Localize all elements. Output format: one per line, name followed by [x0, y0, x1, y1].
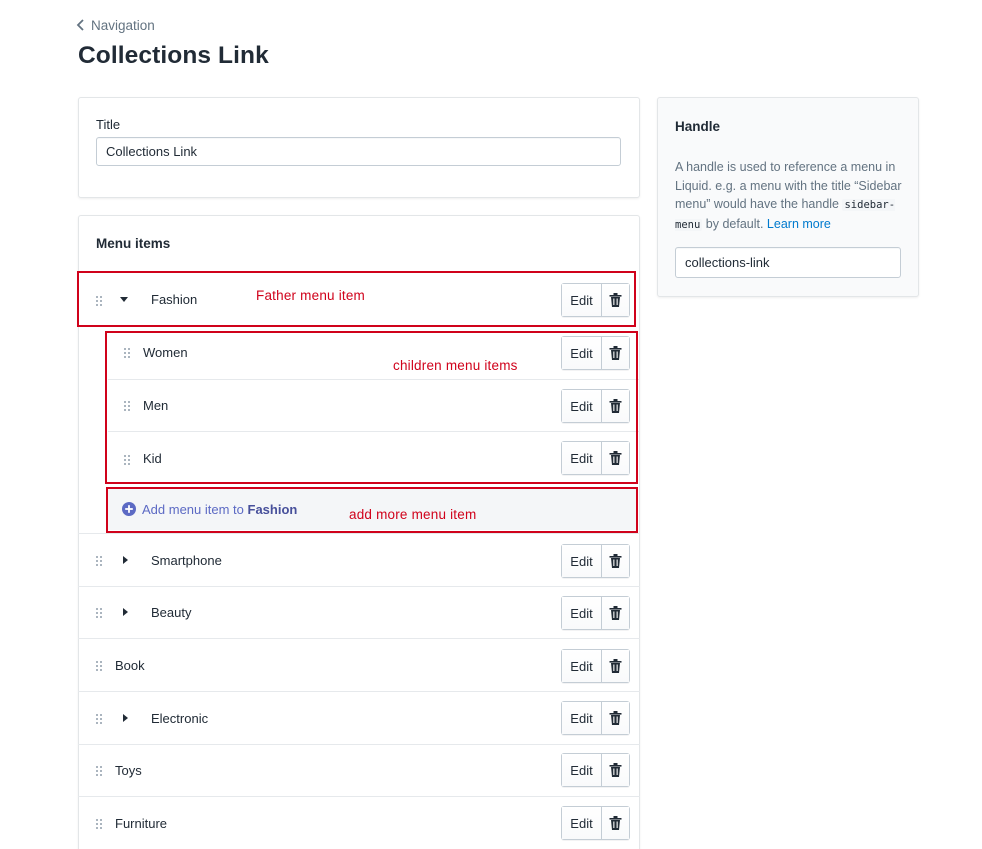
trash-icon	[609, 659, 622, 673]
caret-right-icon[interactable]	[121, 608, 129, 616]
menu-item-actions: Edit	[561, 389, 630, 423]
add-menu-item-link[interactable]: Add menu item to Fashion	[122, 502, 297, 517]
menu-item-men[interactable]: Men Edit	[108, 379, 640, 431]
plus-circle-icon	[122, 502, 136, 516]
menu-item-label: Men	[143, 398, 169, 413]
menu-item-electronic[interactable]: Electronic Edit	[78, 691, 640, 744]
menu-item-actions: Edit	[561, 596, 630, 630]
delete-button[interactable]	[602, 390, 629, 422]
menu-item-label: Toys	[115, 763, 142, 778]
father-item-annotation: Father menu item	[256, 288, 365, 303]
add-menu-item-prefix: Add menu item to	[142, 501, 244, 517]
drag-handle-icon[interactable]	[96, 766, 104, 776]
menu-item-actions: Edit	[561, 544, 630, 578]
delete-button[interactable]	[602, 442, 629, 474]
add-menu-item-parent: Fashion	[247, 501, 298, 517]
menu-item-actions: Edit	[561, 649, 630, 683]
menu-item-women[interactable]: Women Edit	[108, 326, 640, 379]
delete-button[interactable]	[602, 702, 629, 734]
edit-button[interactable]: Edit	[562, 702, 602, 734]
caret-down-icon[interactable]	[120, 295, 128, 303]
delete-button[interactable]	[602, 545, 629, 577]
menu-item-label: Kid	[143, 451, 162, 466]
delete-button[interactable]	[602, 807, 629, 839]
menu-item-kid[interactable]: Kid Edit	[108, 431, 640, 485]
drag-handle-icon[interactable]	[96, 608, 104, 618]
menu-item-actions: Edit	[561, 283, 630, 317]
menu-item-label: Beauty	[151, 605, 192, 620]
trash-icon	[609, 554, 622, 568]
title-field-label: Title	[96, 117, 121, 132]
menu-item-actions: Edit	[561, 806, 630, 840]
page-title: Collections Link	[78, 42, 269, 69]
menu-item-actions: Edit	[561, 441, 630, 475]
delete-button[interactable]	[602, 650, 629, 682]
edit-button[interactable]: Edit	[562, 650, 602, 682]
menu-item-label: Women	[143, 345, 188, 360]
delete-button[interactable]	[602, 597, 629, 629]
edit-button[interactable]: Edit	[562, 545, 602, 577]
drag-handle-icon[interactable]	[124, 348, 132, 358]
menu-item-actions: Edit	[561, 701, 630, 735]
delete-button[interactable]	[602, 754, 629, 786]
delete-button[interactable]	[602, 337, 629, 369]
edit-button[interactable]: Edit	[562, 390, 602, 422]
trash-icon	[609, 346, 622, 360]
menu-item-beauty[interactable]: Beauty Edit	[78, 586, 640, 638]
drag-handle-icon[interactable]	[96, 556, 104, 566]
drag-handle-icon[interactable]	[96, 661, 104, 671]
menu-item-actions: Edit	[561, 336, 630, 370]
menu-item-label: Smartphone	[151, 553, 222, 568]
handle-input[interactable]: collections-link	[675, 247, 901, 278]
trash-icon	[609, 451, 622, 465]
handle-card-title: Handle	[675, 119, 721, 134]
handle-description-tail: by default.	[702, 216, 767, 231]
delete-button[interactable]	[602, 284, 629, 316]
menu-item-label: Fashion	[151, 292, 198, 307]
breadcrumb-back-link[interactable]: Navigation	[76, 16, 155, 34]
menu-item-furniture[interactable]: Furniture Edit	[78, 796, 640, 849]
trash-icon	[609, 711, 622, 725]
menu-item-smartphone[interactable]: Smartphone Edit	[78, 533, 640, 586]
handle-description: A handle is used to reference a menu in …	[675, 158, 907, 234]
edit-button[interactable]: Edit	[562, 284, 602, 316]
drag-handle-icon[interactable]	[96, 714, 104, 724]
add-item-annotation: add more menu item	[349, 507, 477, 522]
chevron-left-icon	[76, 19, 84, 31]
trash-icon	[609, 293, 622, 307]
breadcrumb-label: Navigation	[91, 17, 155, 33]
menu-item-toys[interactable]: Toys Edit	[78, 744, 640, 796]
edit-button[interactable]: Edit	[562, 754, 602, 786]
drag-handle-icon[interactable]	[124, 401, 132, 411]
edit-button[interactable]: Edit	[562, 442, 602, 474]
menu-item-actions: Edit	[561, 753, 630, 787]
drag-handle-icon[interactable]	[124, 455, 132, 465]
trash-icon	[609, 763, 622, 777]
trash-icon	[609, 816, 622, 830]
edit-button[interactable]: Edit	[562, 597, 602, 629]
caret-right-icon[interactable]	[121, 556, 129, 564]
menu-items-heading: Menu items	[96, 236, 171, 251]
menu-item-label: Furniture	[115, 816, 168, 831]
caret-right-icon[interactable]	[121, 714, 129, 722]
trash-icon	[609, 606, 622, 620]
drag-handle-icon[interactable]	[96, 296, 104, 306]
menu-item-label: Book	[115, 658, 145, 673]
edit-button[interactable]: Edit	[562, 807, 602, 839]
trash-icon	[609, 399, 622, 413]
learn-more-link[interactable]: Learn more	[767, 217, 831, 231]
drag-handle-icon[interactable]	[96, 819, 104, 829]
children-items-annotation: children menu items	[393, 358, 518, 373]
menu-item-label: Electronic	[151, 711, 209, 726]
menu-item-book[interactable]: Book Edit	[78, 638, 640, 691]
edit-button[interactable]: Edit	[562, 337, 602, 369]
title-input[interactable]: Collections Link	[96, 137, 621, 166]
